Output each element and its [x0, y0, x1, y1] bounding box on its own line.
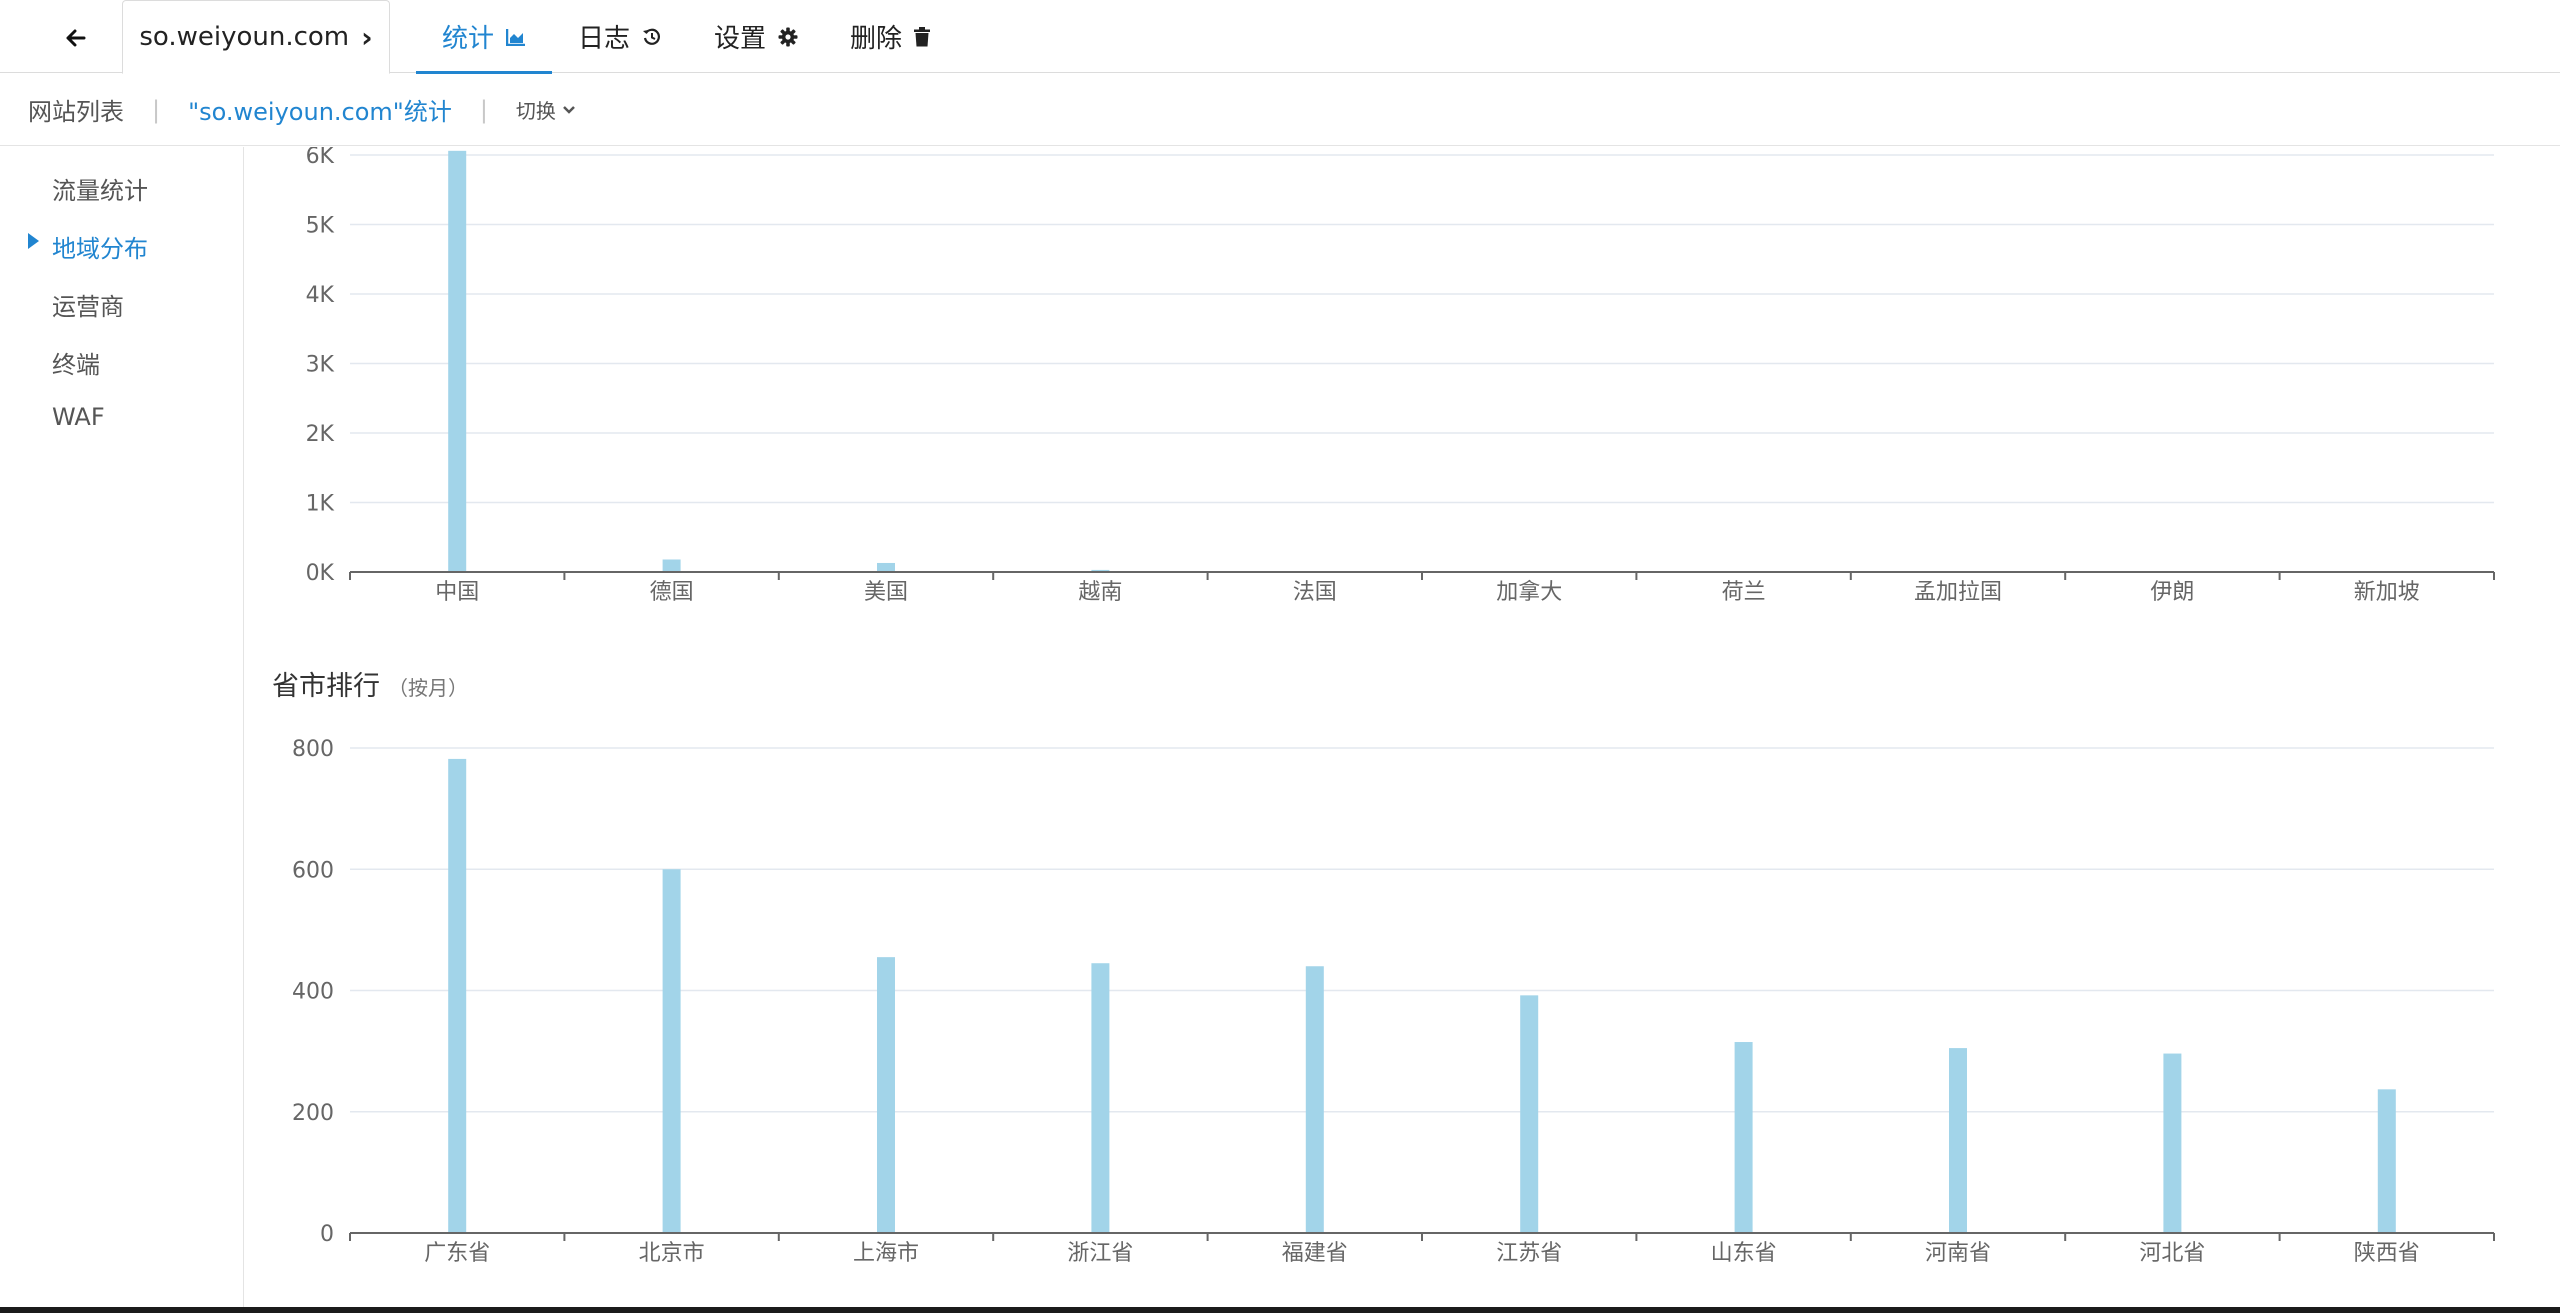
x-tick-label: 北京市 [639, 1241, 705, 1266]
x-tick-label: 荷兰 [1722, 580, 1766, 605]
tab-delete[interactable]: 删除 [824, 0, 956, 73]
sidebar-item-label: 运营商 [52, 293, 124, 321]
tab-delete-label: 删除 [850, 24, 903, 54]
x-tick-label: 上海市 [853, 1241, 919, 1266]
x-tick-label: 江苏省 [1496, 1241, 1562, 1266]
history-icon [643, 28, 660, 45]
sidebar-item-traffic[interactable]: 流量统计 [52, 171, 148, 206]
x-tick-label: 法国 [1293, 580, 1337, 605]
tab-stats[interactable]: 统计 [416, 0, 553, 74]
site-name: so.weiyoun.com [139, 22, 350, 52]
bar [1520, 995, 1539, 1233]
breadcrumb-current-site-stats[interactable]: "so.weiyoun.com"统计 [188, 92, 452, 127]
trash-icon [914, 26, 931, 46]
sidebar-item-label: WAF [52, 403, 105, 431]
sidebar-menu: 流量统计 地域分布 运营商 终端 WAF [0, 147, 244, 1307]
y-tick-label: 800 [292, 737, 334, 762]
bar [2377, 1089, 2396, 1233]
breadcrumb-divider: | [152, 95, 161, 124]
x-tick-label: 德国 [650, 580, 694, 605]
bar [877, 562, 895, 572]
breadcrumb-site-list[interactable]: 网站列表 [28, 92, 124, 127]
tab-stats-label: 统计 [442, 24, 495, 54]
sidebar-item-label: 地域分布 [52, 235, 148, 263]
sidebar-item-terminal[interactable]: 终端 [52, 345, 100, 380]
gear-icon [778, 27, 798, 46]
chevron-right-icon: › [361, 20, 373, 54]
sidebar-item-waf[interactable]: WAF [52, 403, 105, 431]
x-tick-label: 山东省 [1711, 1241, 1777, 1266]
back-arrow-icon[interactable] [60, 22, 92, 54]
sidebar-item-region[interactable]: 地域分布 [28, 229, 148, 264]
tab-logs-label: 日志 [578, 24, 631, 54]
x-tick-label: 浙江省 [1067, 1241, 1133, 1266]
top-bar: so.weiyoun.com › 统计 日志 设置 删除 [0, 0, 2560, 74]
x-tick-label: 新加坡 [2354, 580, 2420, 605]
x-tick-label: 河北省 [2139, 1241, 2205, 1266]
chevron-down-icon [563, 105, 575, 114]
y-tick-label: 3K [306, 353, 335, 378]
bar [877, 957, 895, 1233]
x-tick-label: 陕西省 [2354, 1241, 2420, 1266]
bar [1734, 1042, 1753, 1233]
bar [1949, 1048, 1967, 1233]
x-tick-label: 河南省 [1925, 1241, 1991, 1266]
x-tick-label: 福建省 [1282, 1241, 1348, 1266]
y-tick-label: 4K [306, 283, 335, 308]
x-tick-label: 越南 [1078, 580, 1122, 605]
y-tick-label: 0K [306, 561, 335, 586]
bottom-edge [0, 1307, 2560, 1313]
x-tick-label: 伊朗 [2150, 580, 2194, 605]
province-ranking-title: 省市排行 [272, 671, 380, 702]
site-selector-tab[interactable]: so.weiyoun.com › [122, 0, 390, 74]
sidebar-item-label: 流量统计 [52, 177, 148, 205]
x-tick-label: 美国 [864, 580, 908, 605]
bar [662, 869, 681, 1233]
x-tick-label: 加拿大 [1496, 579, 1562, 605]
bar [448, 150, 467, 572]
bar [448, 758, 467, 1233]
y-tick-label: 5K [306, 214, 335, 239]
y-tick-label: 2K [306, 422, 335, 447]
active-marker-icon [28, 233, 39, 249]
tab-logs[interactable]: 日志 [552, 0, 688, 73]
y-tick-label: 200 [292, 1101, 334, 1126]
breadcrumb: 网站列表 | "so.weiyoun.com"统计 | 切换 [0, 74, 2560, 146]
sidebar-item-carrier[interactable]: 运营商 [52, 287, 124, 322]
bar [1305, 966, 1324, 1233]
switch-label: 切换 [515, 99, 556, 123]
province-ranking-heading: 省市排行 （按月） [272, 664, 468, 703]
charts-area: 0K 1K 2K 3K 4K 5K 6K 中国 德国 美国 越南 法国 加拿大 荷兰 孟加拉国 伊朗 新加坡 0 2… [244, 147, 2560, 1307]
x-tick-label: 广东省 [424, 1241, 490, 1266]
y-tick-label: 400 [292, 980, 334, 1005]
bar [662, 559, 681, 572]
y-tick-label: 0 [320, 1222, 334, 1247]
tab-settings-label: 设置 [714, 24, 767, 54]
bar [1091, 963, 1110, 1233]
x-tick-label: 中国 [435, 580, 479, 605]
sidebar-item-label: 终端 [52, 351, 100, 379]
switch-dropdown[interactable]: 切换 [516, 95, 576, 124]
y-tick-label: 600 [292, 858, 334, 883]
y-tick-label: 6K [306, 147, 335, 169]
tab-settings[interactable]: 设置 [688, 0, 824, 73]
bar [2163, 1053, 2182, 1233]
x-tick-label: 孟加拉国 [1914, 580, 2002, 605]
breadcrumb-divider: | [479, 95, 488, 124]
charts-svg: 0K 1K 2K 3K 4K 5K 6K 中国 德国 美国 越南 法国 加拿大 荷兰 孟加拉国 伊朗 新加坡 0 2… [292, 147, 2495, 1266]
y-tick-label: 1K [306, 492, 335, 517]
nav-tabs: 统计 日志 设置 删除 [416, 0, 956, 74]
area-chart-icon [506, 28, 526, 46]
province-ranking-subtitle: （按月） [388, 676, 468, 700]
